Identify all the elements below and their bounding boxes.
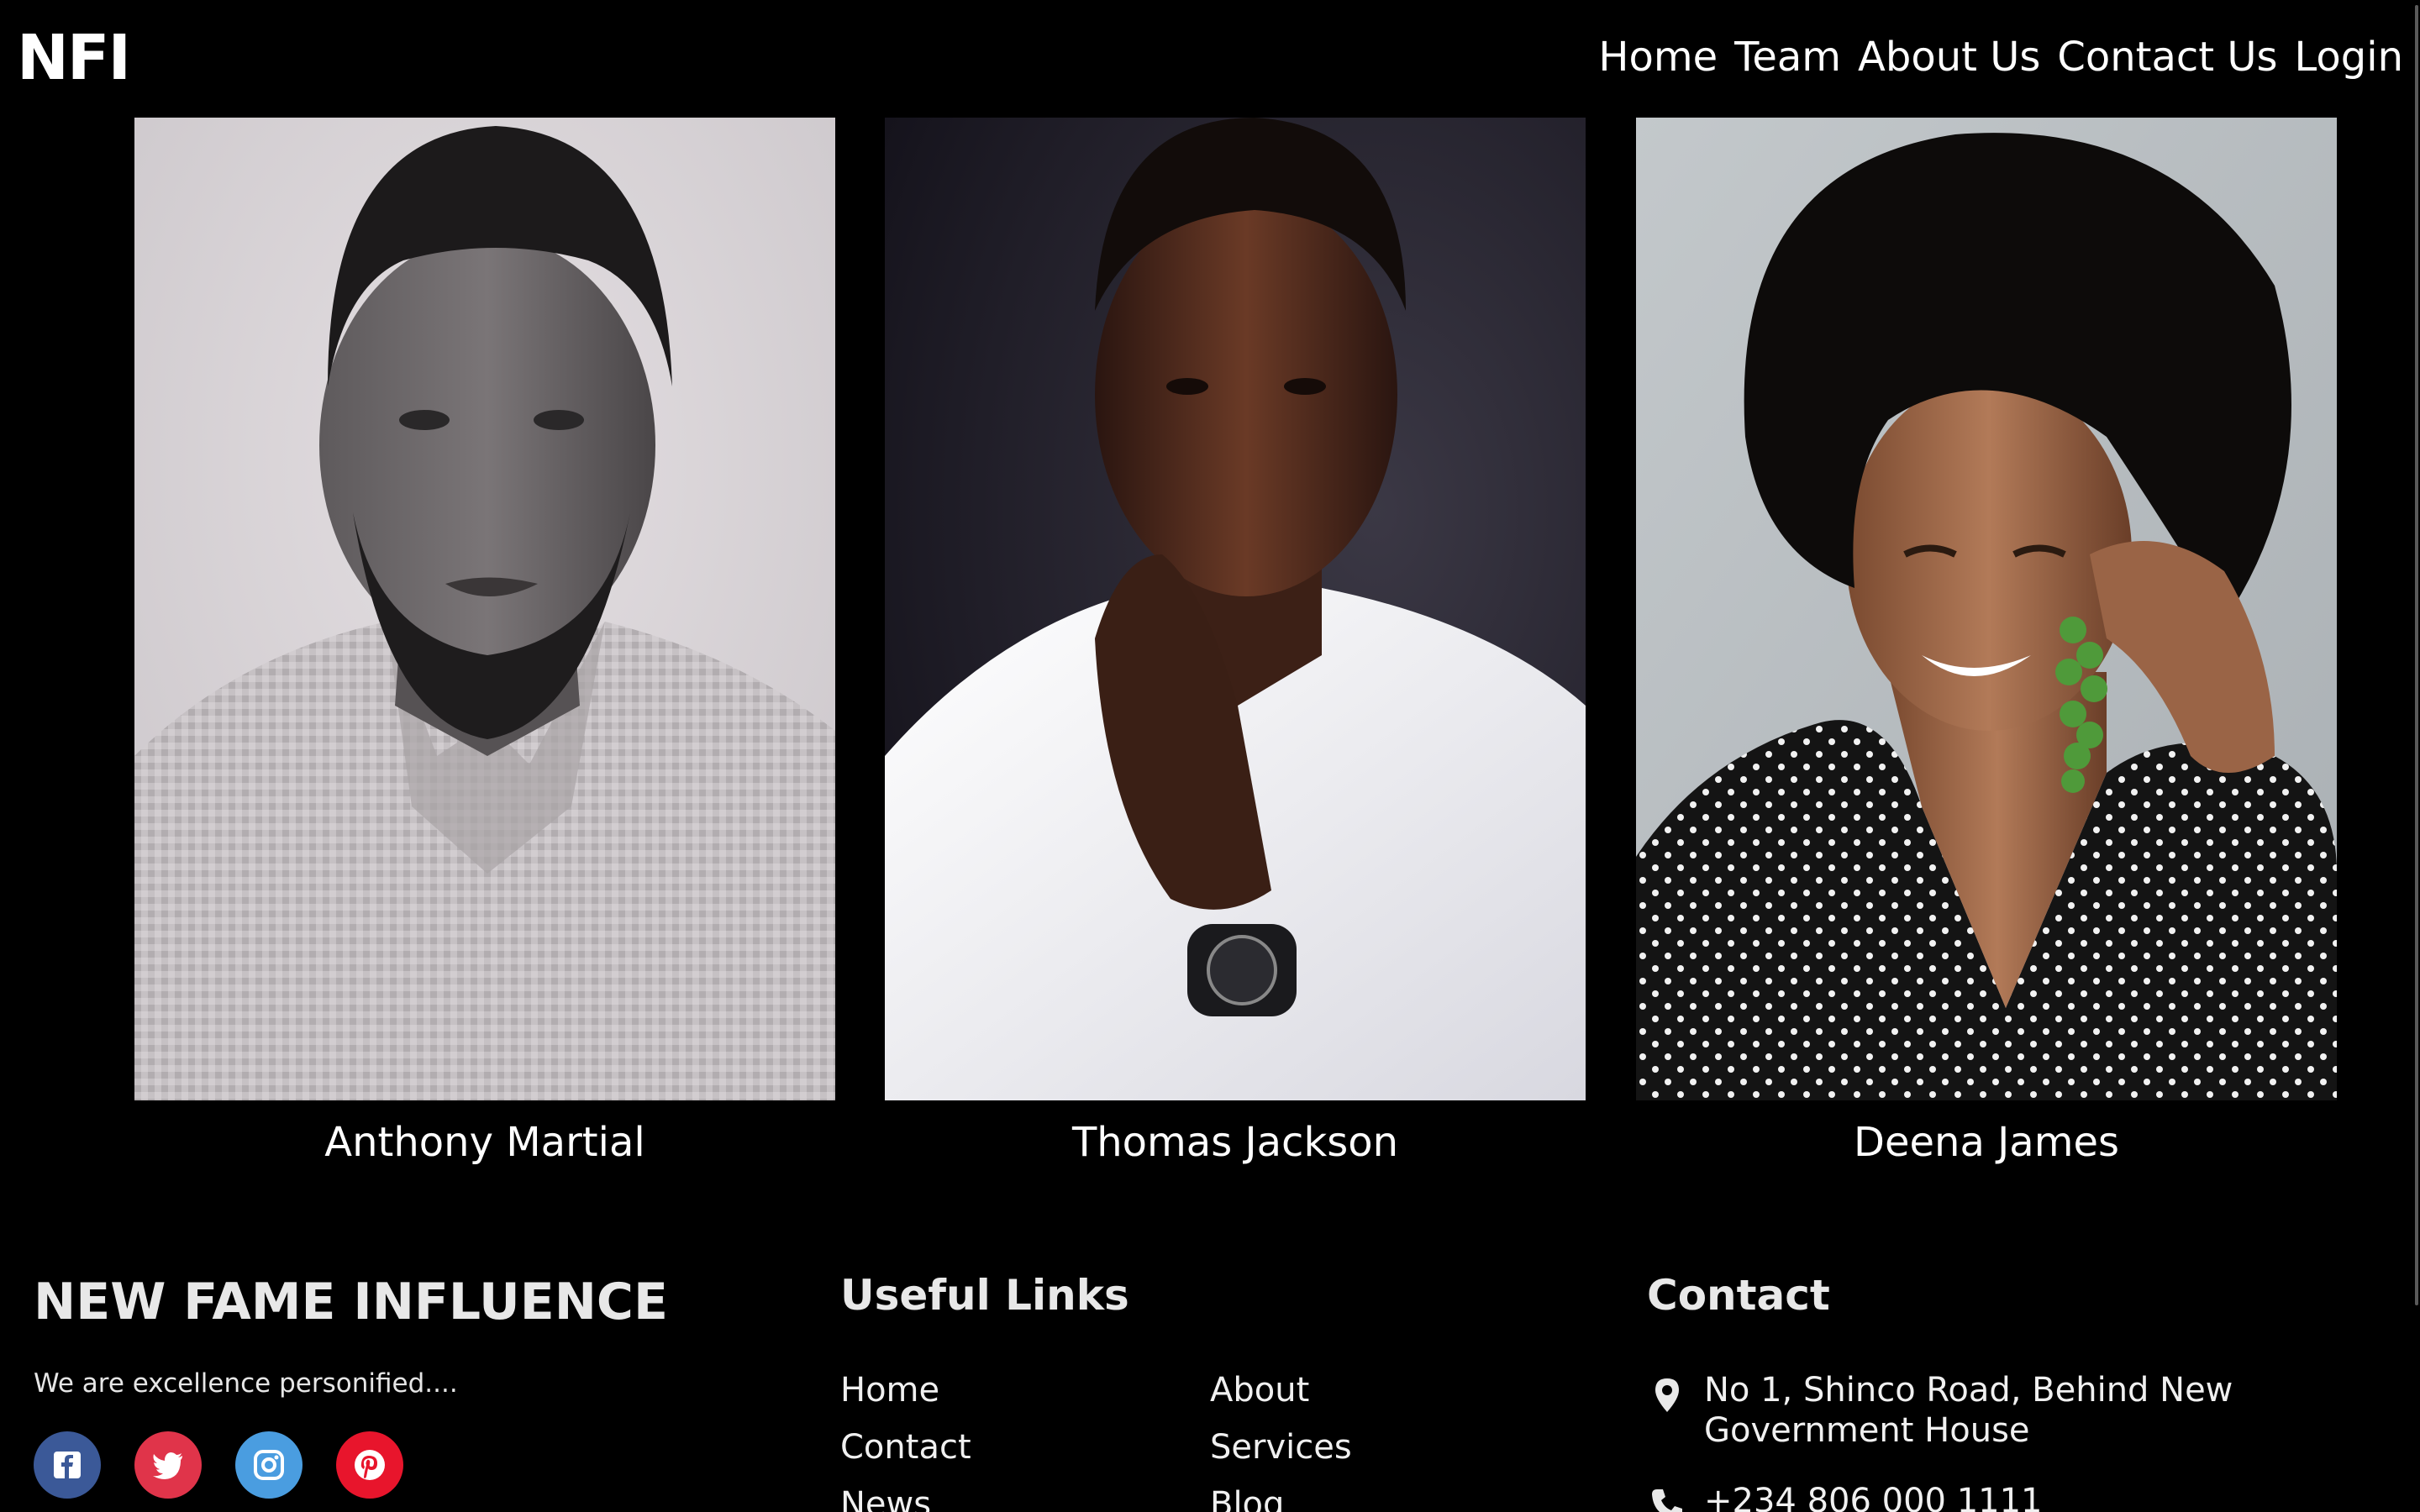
site-logo[interactable]: NFI xyxy=(17,20,131,96)
facebook-button[interactable] xyxy=(34,1431,101,1499)
team-member-name: Anthony Martial xyxy=(324,1119,645,1166)
contact-phone-text[interactable]: +234 806 000 1111 xyxy=(1704,1481,2376,1512)
pinterest-icon xyxy=(355,1450,385,1480)
footer-link-about[interactable]: About xyxy=(1210,1365,1309,1415)
team-photo-deena-james xyxy=(1636,118,2337,1100)
main-nav: Home Team About Us Contact Us Login xyxy=(1598,27,2403,87)
instagram-icon xyxy=(254,1450,284,1480)
pinterest-button[interactable] xyxy=(336,1431,403,1499)
footer-link-contact[interactable]: Contact xyxy=(840,1422,971,1473)
contact-address-text: No 1, Shinco Road, Behind New Government… xyxy=(1704,1371,2233,1450)
team-member-name: Deena James xyxy=(1854,1119,2119,1166)
footer-brand: NEW FAME INFLUENCE xyxy=(34,1273,668,1331)
contact-phone: +234 806 000 1111 xyxy=(1647,1481,2376,1512)
team-photo-thomas-jackson xyxy=(885,118,1586,1100)
nav-team[interactable]: Team xyxy=(1734,27,1841,87)
team-member-name: Thomas Jackson xyxy=(1071,1119,1399,1166)
contact-address: No 1, Shinco Road, Behind New Government… xyxy=(1647,1370,2376,1451)
team-photo-anthony-martial xyxy=(134,118,835,1100)
footer-tagline: We are excellence personified.... xyxy=(34,1368,458,1399)
nav-login[interactable]: Login xyxy=(2295,27,2404,87)
footer-link-services[interactable]: Services xyxy=(1210,1422,1352,1473)
contact-title: Contact xyxy=(1647,1271,1830,1320)
phone-icon xyxy=(1647,1481,1687,1512)
footer-link-news[interactable]: News xyxy=(840,1479,931,1512)
nav-home[interactable]: Home xyxy=(1598,27,1718,87)
twitter-button[interactable] xyxy=(134,1431,202,1499)
twitter-icon xyxy=(153,1452,182,1479)
useful-links-title: Useful Links xyxy=(840,1271,1129,1320)
facebook-icon xyxy=(54,1452,81,1478)
nav-about-us[interactable]: About Us xyxy=(1858,27,2040,87)
nav-contact-us[interactable]: Contact Us xyxy=(2057,27,2277,87)
page: NFI Home Team About Us Contact Us Login xyxy=(0,0,2420,1512)
footer-link-home[interactable]: Home xyxy=(840,1365,939,1415)
scrollbar-thumb[interactable] xyxy=(2415,5,2418,1305)
site-header: NFI Home Team About Us Contact Us Login xyxy=(0,0,2420,118)
team-card: Anthony Martial xyxy=(134,118,835,1176)
team-card: Deena James xyxy=(1636,118,2337,1176)
footer-link-blog[interactable]: Blog xyxy=(1210,1479,1284,1512)
location-pin-icon xyxy=(1647,1370,1687,1414)
team-card: Thomas Jackson xyxy=(885,118,1586,1176)
page-scrollbar[interactable] xyxy=(2410,0,2420,1512)
social-links xyxy=(34,1431,403,1499)
instagram-button[interactable] xyxy=(235,1431,302,1499)
